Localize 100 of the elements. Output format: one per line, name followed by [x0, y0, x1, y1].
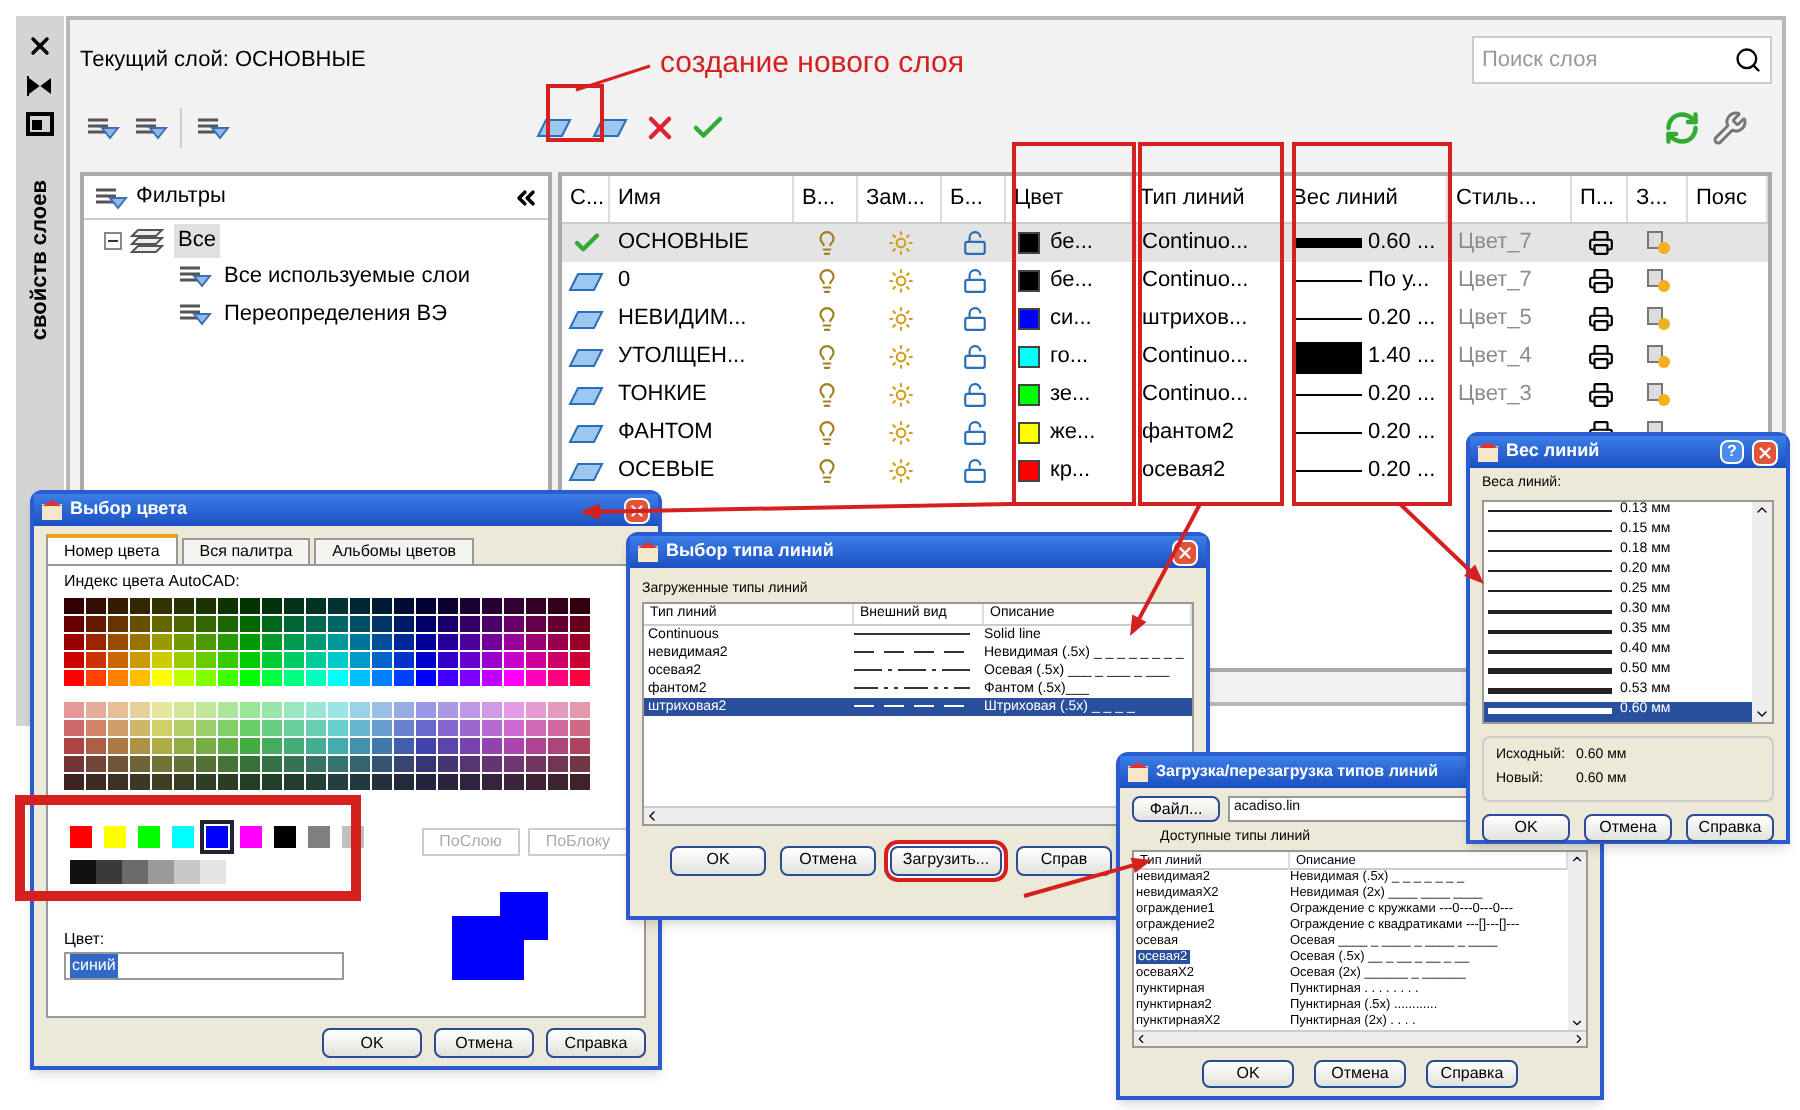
color-swatch[interactable] — [1018, 422, 1040, 444]
tree-item[interactable]: Все — [174, 224, 220, 257]
lineweight-value[interactable]: По у... — [1368, 264, 1430, 298]
linetype-name[interactable]: фантом2 — [1132, 416, 1284, 450]
dialog-button[interactable]: OK — [322, 1028, 422, 1058]
new-viewport-freeze-icon[interactable] — [1645, 306, 1671, 332]
tab[interactable]: Номер цвета — [46, 534, 178, 564]
horizontal-scrollbar[interactable] — [1134, 1029, 1586, 1045]
color-option[interactable] — [234, 820, 268, 854]
tree-item[interactable]: Все используемые слои — [220, 259, 474, 293]
properties-icon[interactable] — [26, 112, 54, 136]
dialog-button[interactable]: Справ — [1016, 845, 1112, 875]
lock-open-icon[interactable] — [961, 306, 987, 332]
linetype-name[interactable]: Continuo... — [1132, 226, 1284, 260]
linetype-name[interactable]: Continuo... — [1132, 378, 1284, 412]
lock-open-icon[interactable] — [961, 420, 987, 446]
layer-row[interactable]: ОСНОВНЫЕ бе... Continuo... 0.60 ... Цвет_7 — [562, 224, 1768, 262]
color-option[interactable] — [302, 820, 336, 854]
lock-open-icon[interactable] — [961, 268, 987, 294]
dialog-button[interactable]: Справка — [1426, 1059, 1518, 1087]
lock-open-icon[interactable] — [961, 458, 987, 484]
dialog-button[interactable]: Отмена — [780, 845, 876, 875]
linetype-name[interactable]: Continuo... — [1132, 340, 1284, 374]
dialog-button[interactable]: OK — [670, 845, 766, 875]
collapse-toggle-icon[interactable] — [104, 231, 122, 250]
column-header[interactable]: Имя — [610, 176, 794, 222]
new-viewport-freeze-icon[interactable] — [1645, 382, 1671, 408]
close-icon[interactable] — [26, 32, 54, 60]
column-header[interactable]: Цвет — [1006, 176, 1132, 222]
printer-icon[interactable] — [1587, 344, 1613, 370]
lineweight-value[interactable]: 0.20 ... — [1368, 302, 1436, 336]
column-header[interactable]: Стиль... — [1448, 176, 1572, 222]
column-header[interactable]: Пояс — [1688, 176, 1768, 222]
new-viewport-freeze-icon[interactable] — [1645, 344, 1671, 370]
color-option[interactable] — [98, 820, 132, 854]
color-swatch[interactable] — [200, 860, 226, 884]
sun-icon[interactable] — [887, 458, 913, 484]
color-input[interactable]: синий — [64, 952, 344, 980]
column-header[interactable]: Зам... — [858, 176, 942, 222]
tab[interactable]: Альбомы цветов — [314, 538, 475, 564]
color-option[interactable] — [166, 820, 200, 854]
color-option[interactable] — [268, 820, 302, 854]
printer-icon[interactable] — [1587, 382, 1613, 408]
dialog-button[interactable]: OK — [1482, 813, 1570, 841]
lineweight-value[interactable]: 0.20 ... — [1368, 378, 1436, 412]
linetype-name[interactable]: Continuo... — [1132, 264, 1284, 298]
sun-icon[interactable] — [887, 382, 913, 408]
tab[interactable]: Вся палитра — [181, 538, 311, 564]
lineweight-value[interactable]: 0.20 ... — [1368, 416, 1436, 450]
lightbulb-icon[interactable] — [813, 230, 839, 256]
new-viewport-freeze-icon[interactable] — [1645, 268, 1671, 294]
color-swatch[interactable] — [122, 860, 148, 884]
color-swatch[interactable] — [96, 860, 122, 884]
color-swatch[interactable] — [1018, 346, 1040, 368]
sun-icon[interactable] — [887, 420, 913, 446]
lineweight-value[interactable]: 0.60 ... — [1368, 226, 1436, 260]
dialog-button[interactable]: Отмена — [1314, 1059, 1406, 1087]
color-swatch[interactable] — [148, 860, 174, 884]
dialog-button[interactable]: Файл... — [1132, 796, 1220, 822]
sun-icon[interactable] — [887, 268, 913, 294]
lightbulb-icon[interactable] — [813, 268, 839, 294]
dialog-button[interactable]: Отмена — [1584, 813, 1672, 841]
printer-icon[interactable] — [1587, 230, 1613, 256]
dialog-button[interactable]: Справка — [1686, 813, 1774, 841]
sun-icon[interactable] — [887, 306, 913, 332]
column-header[interactable]: С... — [562, 176, 610, 222]
tree-item[interactable]: Переопределения ВЭ — [220, 297, 452, 331]
lineweight-value[interactable]: 0.20 ... — [1368, 454, 1436, 488]
lineweight-value[interactable]: 1.40 ... — [1368, 340, 1436, 374]
color-swatch[interactable] — [1018, 460, 1040, 482]
vertical-scrollbar[interactable] — [1752, 501, 1772, 721]
close-button[interactable] — [1752, 439, 1778, 465]
lightbulb-icon[interactable] — [813, 306, 839, 332]
sun-icon[interactable] — [887, 344, 913, 370]
color-swatch[interactable] — [1018, 270, 1040, 292]
printer-icon[interactable] — [1587, 268, 1613, 294]
lock-open-icon[interactable] — [961, 344, 987, 370]
column-header[interactable]: В... — [794, 176, 858, 222]
lightbulb-icon[interactable] — [813, 382, 839, 408]
linetype-name[interactable]: осевая2 — [1132, 454, 1284, 488]
lock-open-icon[interactable] — [961, 382, 987, 408]
dialog-button[interactable]: OK — [1202, 1059, 1294, 1087]
color-swatch[interactable] — [1018, 232, 1040, 254]
lightbulb-icon[interactable] — [813, 420, 839, 446]
auto-hide-icon[interactable] — [26, 76, 54, 96]
color-swatch[interactable] — [174, 860, 200, 884]
printer-icon[interactable] — [1587, 306, 1613, 332]
column-header[interactable]: П... — [1572, 176, 1628, 222]
color-swatch[interactable] — [70, 860, 96, 884]
lightbulb-icon[interactable] — [813, 458, 839, 484]
lock-open-icon[interactable] — [961, 230, 987, 256]
column-header[interactable]: Б... — [942, 176, 1006, 222]
linetype-name[interactable]: штрихов... — [1132, 302, 1284, 336]
new-viewport-freeze-icon[interactable] — [1645, 230, 1671, 256]
color-option[interactable] — [64, 820, 98, 854]
color-swatch[interactable] — [1018, 384, 1040, 406]
column-header[interactable]: Тип линий — [1132, 176, 1284, 222]
settings-icon[interactable] — [1712, 110, 1748, 146]
vertical-scrollbar[interactable] — [1568, 851, 1586, 1029]
color-option[interactable] — [200, 820, 234, 854]
